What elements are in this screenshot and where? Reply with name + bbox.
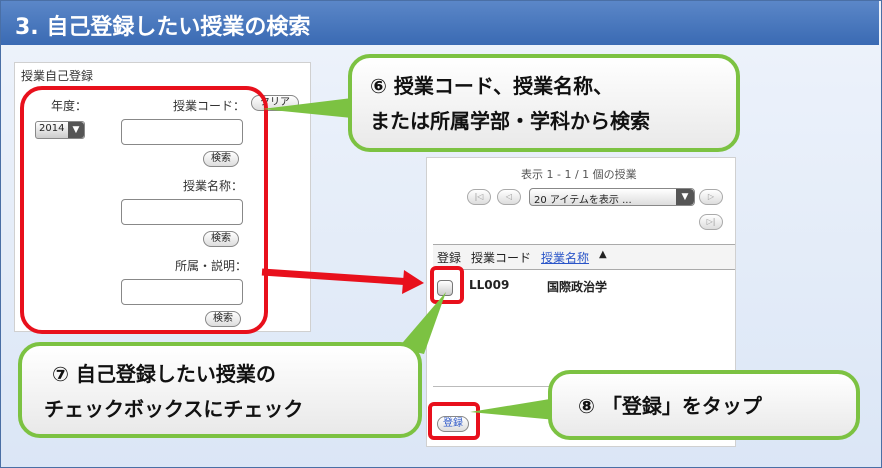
callout-8-text: ⑧ 「登録」をタップ: [578, 394, 762, 418]
callout-7: ⑦ 自己登録したい授業の チェックボックスにチェック: [18, 342, 422, 438]
red-arrow-line: [261, 268, 413, 286]
callout-8: ⑧ 「登録」をタップ: [548, 370, 860, 440]
callout-8-pointer: [470, 398, 556, 420]
callout-6-pointer: [262, 98, 352, 118]
callout-6-line-1: ⑥ 授業コード、授業名称、: [370, 74, 614, 98]
red-arrow-head: [402, 270, 424, 294]
callout-6: ⑥ 授業コード、授業名称、 または所属学部・学科から検索: [348, 54, 740, 152]
callout-6-line-2: または所属学部・学科から検索: [370, 109, 650, 133]
callout-7-line-2: チェックボックスにチェック: [44, 397, 304, 421]
callout-7-line-1: ⑦ 自己登録したい授業の: [52, 362, 276, 386]
